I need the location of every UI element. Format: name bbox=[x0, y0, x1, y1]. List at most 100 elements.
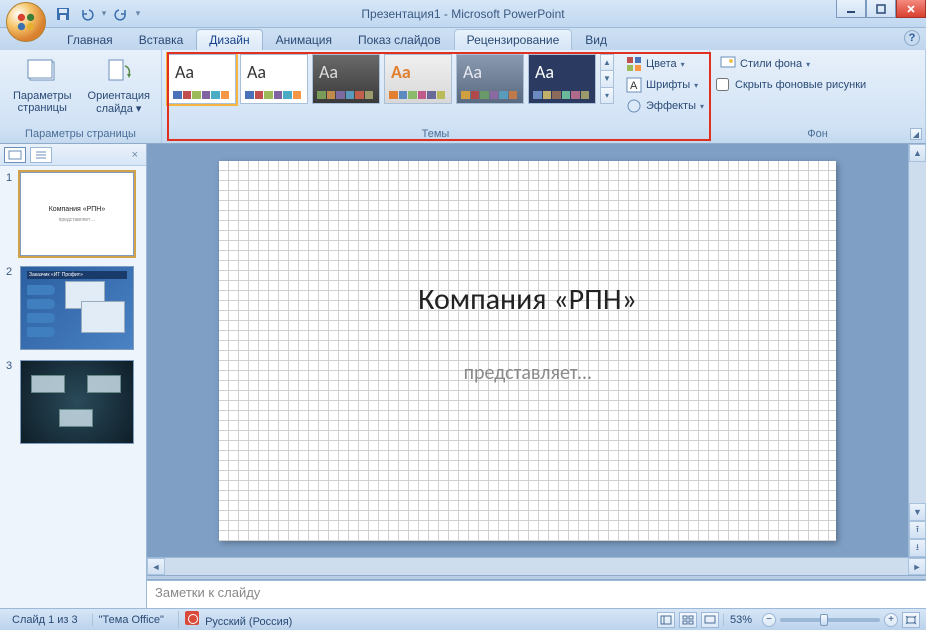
workspace: × 1 Компания «РПН» представляет… 2 bbox=[0, 144, 926, 608]
theme-name[interactable]: "Тема Office" bbox=[92, 614, 170, 626]
panel-close[interactable]: × bbox=[128, 149, 142, 161]
status-bar: Слайд 1 из 3 "Тема Office" Русский (Росс… bbox=[0, 608, 926, 630]
zoom-out-btn[interactable]: − bbox=[762, 613, 776, 627]
undo-dropdown[interactable]: ▾ bbox=[100, 3, 108, 25]
editor: Компания «РПН» представляет… ▲ ▼ ⭱ ⭳ ◄ ►… bbox=[147, 144, 926, 608]
quick-access-toolbar: ▾ ▾ bbox=[52, 3, 142, 25]
slide-canvas[interactable]: Компания «РПН» представляет… bbox=[219, 161, 836, 541]
prev-slide-btn[interactable]: ⭱ bbox=[909, 521, 926, 539]
scroll-track-v[interactable] bbox=[909, 162, 926, 503]
hide-bg-graphics-checkbox[interactable]: Скрыть фоновые рисунки bbox=[716, 78, 866, 91]
theme-2[interactable]: Aa bbox=[240, 54, 308, 104]
theme-gallery: Aa Aa Aa Aa Aa bbox=[168, 54, 614, 104]
panel-tabs: × bbox=[0, 144, 146, 166]
next-slide-btn[interactable]: ⭳ bbox=[909, 539, 926, 557]
slide-title-text[interactable]: Компания «РПН» bbox=[219, 281, 836, 318]
gallery-more[interactable]: ▾ bbox=[601, 88, 613, 103]
tab-animations[interactable]: Анимация bbox=[263, 29, 345, 50]
scroll-left[interactable]: ◄ bbox=[147, 558, 165, 575]
background-group-label: Фон bbox=[716, 127, 919, 141]
notes-pane[interactable]: Заметки к слайду bbox=[147, 580, 926, 608]
theme-office[interactable]: Aa bbox=[168, 54, 236, 104]
slide-thumb-2[interactable]: Заказчик «ИТ Профит» bbox=[20, 266, 134, 350]
tab-view[interactable]: Вид bbox=[572, 29, 620, 50]
slide-subtitle-text[interactable]: представляет… bbox=[219, 361, 836, 385]
ribbon: Параметры страницы Ориентация слайда ▾ П… bbox=[0, 50, 926, 144]
redo-button[interactable] bbox=[110, 3, 132, 25]
slide-counter[interactable]: Слайд 1 из 3 bbox=[6, 614, 84, 626]
group-background: Стили фона▾ Скрыть фоновые рисунки Фон ◢ bbox=[710, 50, 926, 143]
maximize-button[interactable] bbox=[866, 0, 896, 18]
page-setup-button[interactable]: Параметры страницы bbox=[6, 54, 79, 116]
language-indicator[interactable]: Русский (Россия) bbox=[178, 611, 298, 628]
spellcheck-icon bbox=[185, 611, 199, 625]
normal-view-btn[interactable] bbox=[657, 612, 675, 628]
orientation-label: Ориентация слайда ▾ bbox=[87, 90, 151, 115]
theme-fonts-button[interactable]: A Шрифты▾ bbox=[622, 75, 708, 95]
sorter-view-btn[interactable] bbox=[679, 612, 697, 628]
thumb-num-2: 2 bbox=[6, 266, 16, 350]
group-page-setup: Параметры страницы Ориентация слайда ▾ П… bbox=[0, 50, 162, 143]
outline-tab[interactable] bbox=[30, 147, 52, 163]
bg-styles-label: Стили фона bbox=[740, 58, 802, 70]
page-setup-label: Параметры страницы bbox=[10, 90, 75, 114]
scroll-right[interactable]: ► bbox=[908, 558, 926, 575]
scroll-up[interactable]: ▲ bbox=[909, 144, 926, 162]
office-button[interactable] bbox=[6, 2, 46, 42]
tab-slideshow[interactable]: Показ слайдов bbox=[345, 29, 454, 50]
zoom-percent[interactable]: 53% bbox=[723, 614, 758, 626]
undo-button[interactable] bbox=[76, 3, 98, 25]
background-dialog-launcher[interactable]: ◢ bbox=[910, 128, 922, 140]
hide-bg-checkbox-input[interactable] bbox=[716, 78, 729, 91]
fit-to-window-btn[interactable] bbox=[902, 612, 920, 628]
tab-home[interactable]: Главная bbox=[54, 29, 126, 50]
slide-panel: × 1 Компания «РПН» представляет… 2 bbox=[0, 144, 147, 608]
effects-label: Эффекты bbox=[646, 100, 696, 112]
thumb1-sub: представляет… bbox=[59, 217, 96, 223]
theme-6[interactable]: Aa bbox=[528, 54, 596, 104]
background-styles-button[interactable]: Стили фона▾ bbox=[716, 54, 814, 74]
ribbon-tabs: Главная Вставка Дизайн Анимация Показ сл… bbox=[0, 28, 926, 50]
help-button[interactable]: ? bbox=[904, 30, 920, 46]
slide-thumb-1[interactable]: Компания «РПН» представляет… bbox=[20, 172, 134, 256]
thumb1-title: Компания «РПН» bbox=[49, 206, 106, 213]
zoom-slider[interactable] bbox=[780, 618, 880, 622]
gallery-up[interactable]: ▲ bbox=[601, 55, 613, 71]
fonts-icon: A bbox=[626, 77, 642, 93]
theme-gallery-scroll: ▲ ▼ ▾ bbox=[600, 54, 614, 104]
bg-styles-icon bbox=[720, 56, 736, 72]
slideshow-view-btn[interactable] bbox=[701, 612, 719, 628]
colors-label: Цвета bbox=[646, 58, 677, 70]
zoom-in-btn[interactable]: + bbox=[884, 613, 898, 627]
zoom-knob[interactable] bbox=[820, 614, 828, 626]
gallery-down[interactable]: ▼ bbox=[601, 71, 613, 87]
slide-canvas-area[interactable]: Компания «РПН» представляет… bbox=[147, 144, 908, 557]
effects-icon bbox=[626, 98, 642, 114]
language-label: Русский (Россия) bbox=[205, 616, 292, 628]
slide-thumb-3[interactable] bbox=[20, 360, 134, 444]
horizontal-scrollbar[interactable]: ◄ ► bbox=[147, 557, 926, 575]
thumb-num-3: 3 bbox=[6, 360, 16, 444]
scroll-down[interactable]: ▼ bbox=[909, 503, 926, 521]
theme-5[interactable]: Aa bbox=[456, 54, 524, 104]
theme-effects-button[interactable]: Эффекты▾ bbox=[622, 96, 708, 116]
group-themes: Aa Aa Aa Aa Aa bbox=[162, 50, 710, 143]
theme-4[interactable]: Aa bbox=[384, 54, 452, 104]
minimize-button[interactable] bbox=[836, 0, 866, 18]
slides-tab[interactable] bbox=[4, 147, 26, 163]
vertical-scrollbar[interactable]: ▲ ▼ ⭱ ⭳ bbox=[908, 144, 926, 557]
theme-3[interactable]: Aa bbox=[312, 54, 380, 104]
slide-orientation-button[interactable]: Ориентация слайда ▾ bbox=[83, 54, 155, 117]
qat-customize[interactable]: ▾ bbox=[134, 3, 142, 25]
tab-review[interactable]: Рецензирование bbox=[454, 29, 573, 50]
save-button[interactable] bbox=[52, 3, 74, 25]
thumb-num-1: 1 bbox=[6, 172, 16, 256]
slide-thumbnails: 1 Компания «РПН» представляет… 2 bbox=[0, 166, 146, 608]
theme-colors-button[interactable]: Цвета▾ bbox=[622, 54, 708, 74]
tab-insert[interactable]: Вставка bbox=[126, 29, 197, 50]
fonts-label: Шрифты bbox=[646, 79, 690, 91]
close-button[interactable] bbox=[896, 0, 926, 18]
tab-design[interactable]: Дизайн bbox=[196, 29, 262, 50]
title-bar: ▾ ▾ Презентация1 - Microsoft PowerPoint bbox=[0, 0, 926, 28]
scroll-track-h[interactable] bbox=[165, 558, 908, 575]
